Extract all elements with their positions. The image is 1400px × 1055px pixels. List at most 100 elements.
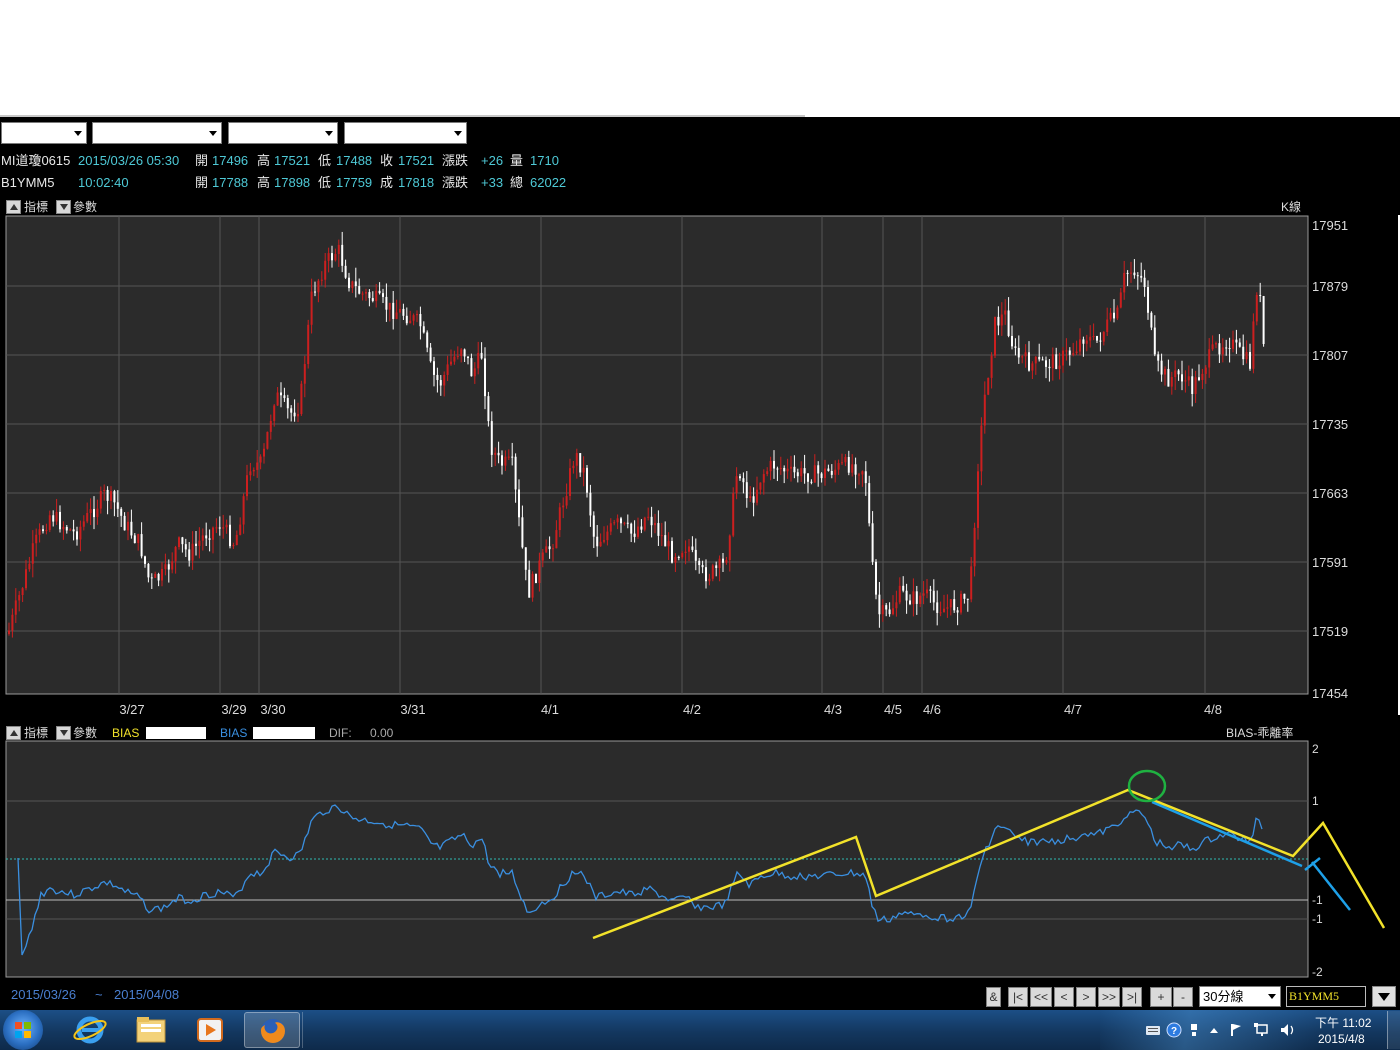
candle-body <box>38 529 41 535</box>
media-player-icon <box>197 1018 223 1042</box>
expand-up-icon[interactable] <box>6 200 21 214</box>
firefox-icon <box>261 1019 285 1043</box>
candle-body <box>140 534 143 557</box>
start-button[interactable] <box>3 1010 43 1050</box>
prev-button[interactable]: < <box>1054 987 1074 1007</box>
candle-body <box>392 302 395 319</box>
contract-month-dropdown[interactable]: 近一 <box>228 122 338 161</box>
candle-body <box>1075 351 1078 354</box>
bias-chart[interactable]: 2 1 -1 -1 -2 <box>0 740 1400 985</box>
candle-body <box>892 608 894 615</box>
bias-y-tick: 2 <box>1312 742 1319 756</box>
tray-icons: ? <box>1146 1022 1294 1038</box>
flag-icon[interactable] <box>1231 1024 1241 1036</box>
candle-body <box>1007 310 1010 336</box>
candle-body <box>1014 346 1017 348</box>
zoom-out-button[interactable]: - <box>1173 987 1193 1007</box>
candle-body <box>45 529 48 532</box>
candle-body <box>154 573 157 578</box>
next-button[interactable]: > <box>1076 987 1096 1007</box>
candle-body <box>1170 377 1173 387</box>
keyboard-icon[interactable] <box>1146 1026 1160 1035</box>
candle-body <box>541 552 544 561</box>
help-icon[interactable]: ? <box>1166 1022 1182 1038</box>
volume-label: 量 <box>510 153 524 168</box>
candle-body <box>511 456 514 458</box>
input-method-icon[interactable] <box>1191 1024 1197 1036</box>
candle-body <box>1089 336 1092 341</box>
symbol-dropdown[interactable]: MI道瓊0615 <box>344 122 467 161</box>
candle-body <box>1187 376 1190 381</box>
clock-date[interactable]: 2015/4/8 <box>1318 1032 1365 1046</box>
candle-body <box>99 491 102 509</box>
last-button[interactable]: >| <box>1122 987 1142 1007</box>
collapse-down-icon[interactable] <box>56 726 71 740</box>
windows-taskbar: ? 下午 11:02 2015/4/8 <box>0 1010 1400 1050</box>
indicator-tab[interactable]: 指標 <box>24 199 48 215</box>
candle-body <box>1062 350 1064 366</box>
symbol-input[interactable]: B1YMM5 <box>1286 986 1366 1007</box>
show-desktop-button[interactable] <box>1387 1011 1400 1049</box>
price-chart[interactable]: 17951 17879 17807 17735 17663 17591 17519 17454… <box>0 214 1400 720</box>
candle-body <box>1255 294 1258 322</box>
candle-body <box>446 364 449 375</box>
taskbar-file-explorer[interactable] <box>123 1012 179 1048</box>
candle-body <box>524 547 527 570</box>
taskbar-internet-explorer[interactable] <box>62 1012 118 1048</box>
page-back-button[interactable]: << <box>1030 987 1052 1007</box>
candle-body <box>572 465 575 469</box>
candle-body <box>422 326 425 333</box>
candle-body <box>494 452 497 455</box>
product-dropdown[interactable]: 全商品 (ALL) <box>92 122 222 161</box>
candle-body <box>1201 373 1204 380</box>
candle-body <box>994 316 996 356</box>
candle-body <box>803 468 806 474</box>
candle-body <box>191 543 194 561</box>
parameter-tab[interactable]: 參數 <box>73 725 97 741</box>
candle-body <box>698 560 701 566</box>
link-button[interactable]: & <box>986 987 1001 1007</box>
candle-body <box>1262 296 1265 344</box>
market-type-dropdown[interactable]: 期貨 <box>1 122 87 161</box>
candle-body <box>242 496 245 525</box>
first-button[interactable]: |< <box>1008 987 1028 1007</box>
candle-body <box>851 464 854 473</box>
clock-time[interactable]: 下午 11:02 <box>1315 1014 1371 1031</box>
candle-body <box>528 569 531 598</box>
page-forward-button[interactable]: >> <box>1098 987 1120 1007</box>
candle-body <box>178 537 180 548</box>
candle-body <box>592 515 595 537</box>
candle-body <box>490 421 493 455</box>
taskbar-firefox[interactable] <box>244 1012 300 1048</box>
expand-up-icon[interactable] <box>6 726 21 740</box>
candle-body <box>905 590 908 601</box>
candle-body <box>518 489 520 518</box>
bias-y-tick: -1 <box>1312 893 1323 907</box>
candle-body <box>616 518 619 523</box>
zoom-in-button[interactable]: + <box>1150 987 1172 1007</box>
candle-body <box>212 527 214 540</box>
network-icon[interactable] <box>1254 1023 1268 1036</box>
symbol-dropdown-button[interactable] <box>1372 986 1396 1007</box>
price-y-tick: 17951 <box>1312 218 1348 233</box>
last-label: 成 <box>380 175 394 190</box>
candle-body <box>433 361 435 375</box>
candle-body <box>909 600 911 605</box>
candle-body <box>684 551 687 554</box>
interval-dropdown[interactable]: 30分線 <box>1199 986 1281 1007</box>
candle-body <box>728 535 731 560</box>
indicator-tab[interactable]: 指標 <box>24 725 48 741</box>
parameter-tab[interactable]: 參數 <box>73 199 97 215</box>
candle-body <box>514 456 517 490</box>
candle-body <box>344 265 347 278</box>
candle-body <box>480 352 483 359</box>
candle-body <box>749 496 752 499</box>
collapse-down-icon[interactable] <box>56 200 71 214</box>
taskbar-media-player[interactable] <box>183 1012 239 1048</box>
candle-body <box>830 470 833 475</box>
volume-icon[interactable] <box>1281 1024 1294 1036</box>
price-x-tick: 3/31 <box>400 702 425 717</box>
candle-body <box>674 557 677 563</box>
show-hidden-icons-chevron[interactable] <box>1210 1028 1218 1033</box>
candle-body <box>293 412 296 417</box>
